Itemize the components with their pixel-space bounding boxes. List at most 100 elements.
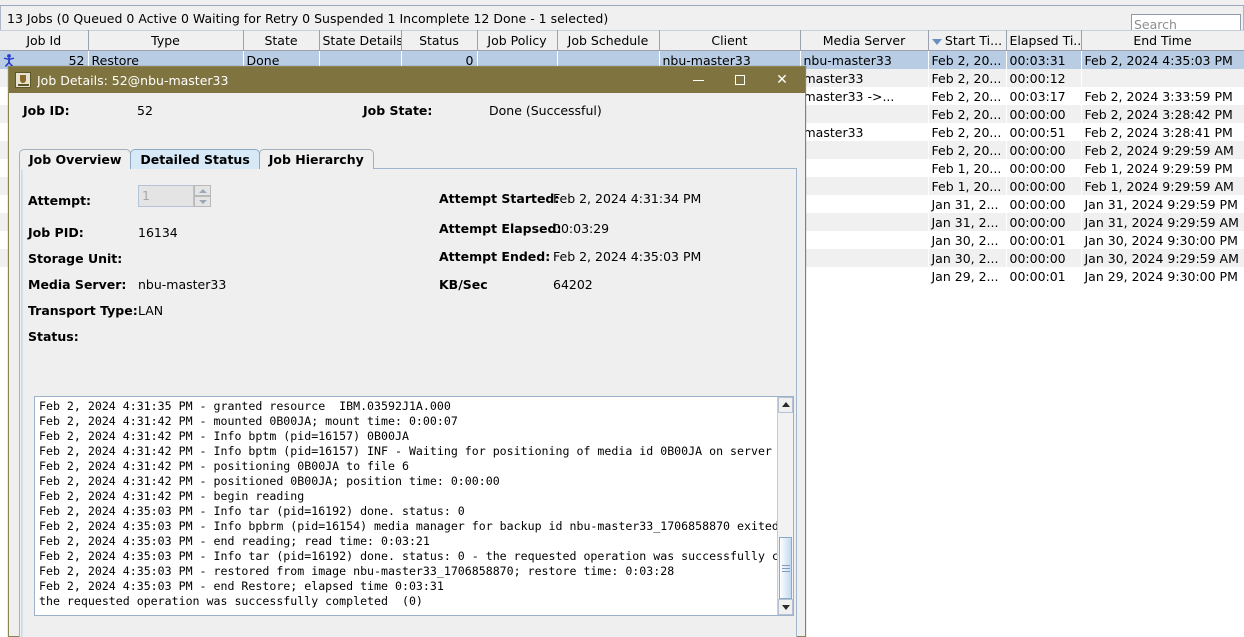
dialog-title: Job Details: 52@nbu-master33 [37,72,229,88]
column-header-state-details[interactable]: State Details [319,30,402,51]
cell-elapsed-time: 00:00:01 [1006,231,1081,249]
tab-detailed-status[interactable]: Detailed Status [130,149,260,169]
kb-per-sec-label: KB/Sec [439,277,488,292]
attempt-started-label: Attempt Started: [439,191,560,206]
cell-media-server: master33 ->... [800,87,928,105]
job-type-restore-icon [3,53,15,67]
vertical-scroll-thumb[interactable] [779,537,792,599]
dialog-tabstrip: Job Overview Detailed Status Job Hierarc… [19,148,374,169]
job-id-value: 52 [137,103,153,118]
cell-media-server [800,159,928,177]
job-pid-value: 16134 [138,225,178,240]
cell-start-time: Feb 1, 20... [928,177,1006,195]
maximize-button[interactable] [719,68,761,92]
cell-elapsed-time: 00:00:51 [1006,123,1081,141]
cell-start-time: Jan 31, 2... [928,213,1006,231]
cell-elapsed-time: 00:00:12 [1006,69,1081,87]
cell-media-server: master33 [800,69,928,87]
cell-elapsed-time: 00:00:00 [1006,195,1081,213]
attempt-stepper-arrows[interactable] [194,185,211,207]
column-header-job-schedule[interactable]: Job Schedule [557,30,660,51]
job-id-label: Job ID: [23,103,70,118]
cell-start-time: Feb 2, 20... [928,123,1006,141]
cell-end-time: Feb 2, 2024 3:28:41 PM [1081,123,1244,141]
attempt-elapsed-value: 00:03:29 [553,221,610,236]
job-details-dialog: Job Details: 52@nbu-master33 ✕ Job ID: 5… [8,66,806,637]
transport-type-label: Transport Type: [28,303,138,318]
column-header-type[interactable]: Type [88,30,244,51]
attempt-ended-label: Attempt Ended: [439,249,551,264]
cell-elapsed-time: 00:00:00 [1006,177,1081,195]
sort-descending-icon [931,38,942,45]
cell-elapsed-time: 00:03:17 [1006,87,1081,105]
cell-end-time: Feb 2, 2024 3:33:59 PM [1081,87,1244,105]
storage-unit-label: Storage Unit: [28,251,123,266]
scroll-down-button[interactable] [778,599,793,615]
attempt-ended-value: Feb 2, 2024 4:35:03 PM [553,249,702,264]
jobs-summary-bar: 13 Jobs (0 Queued 0 Active 0 Waiting for… [0,6,1244,33]
dialog-titlebar[interactable]: Job Details: 52@nbu-master33 ✕ [9,67,805,93]
status-log-text: Feb 2, 2024 4:31:35 PM - granted resourc… [39,399,793,608]
cell-end-time: Jan 30, 2024 9:30:00 PM [1081,231,1244,249]
cell-media-server: master33 [800,123,928,141]
cell-media-server: nbu-master33 [800,50,928,69]
cell-elapsed-time: 00:00:00 [1006,105,1081,123]
attempt-elapsed-label: Attempt Elapsed: [439,221,562,236]
column-header-job-id[interactable]: Job Id [0,30,89,51]
cell-elapsed-time: 00:00:00 [1006,141,1081,159]
column-header-start-time[interactable]: Start Ti... [928,30,1007,51]
cell-end-time: Jan 31, 2024 9:29:59 PM [1081,195,1244,213]
cell-end-time: Jan 31, 2024 9:29:59 AM [1081,213,1244,231]
cell-elapsed-time: 00:00:00 [1006,249,1081,267]
cell-media-server [800,141,928,159]
column-header-status[interactable]: Status [401,30,478,51]
status-log-vertical-scrollbar[interactable] [777,397,793,615]
column-header-end-time[interactable]: End Time [1081,30,1244,51]
column-header-state[interactable]: State [243,30,320,51]
cell-start-time: Feb 2, 20... [928,105,1006,123]
cell-elapsed-time: 00:03:31 [1006,50,1081,69]
dialog-header-fields: Job ID: 52 Job State: Done (Successful) [9,101,805,125]
cell-start-time: Jan 30, 2... [928,231,1006,249]
attempt-increment-button[interactable] [194,185,211,196]
cell-start-time: Jan 29, 2... [928,267,1006,285]
minimize-button[interactable] [677,68,719,92]
jobs-table-header-row: Job Id Type State State Details Status J… [0,30,1244,51]
cell-end-time: Feb 1, 2024 9:29:59 PM [1081,159,1244,177]
cell-start-time: Feb 2, 20... [928,50,1006,69]
cell-start-time: Feb 2, 20... [928,69,1006,87]
column-header-client[interactable]: Client [659,30,801,51]
java-app-icon [15,72,31,88]
scroll-up-button[interactable] [778,397,793,413]
attempt-stepper[interactable]: 1 [138,185,211,207]
cell-end-time [1081,69,1244,87]
column-header-media-server[interactable]: Media Server [800,30,929,51]
cell-start-time: Feb 2, 20... [928,87,1006,105]
cell-end-time: Feb 1, 2024 9:29:59 AM [1081,177,1244,195]
cell-start-time: Jan 31, 2... [928,195,1006,213]
attempt-decrement-button[interactable] [194,196,211,207]
kb-per-sec-value: 64202 [553,277,593,292]
cell-end-time: Jan 30, 2024 9:29:59 AM [1081,249,1244,267]
cell-media-server [800,267,928,285]
job-pid-label: Job PID: [28,225,84,240]
cell-end-time: Feb 2, 2024 4:35:03 PM [1081,50,1244,69]
attempt-label: Attempt: [28,193,92,208]
column-header-job-policy[interactable]: Job Policy [477,30,558,51]
cell-elapsed-time: 00:00:00 [1006,159,1081,177]
status-log-box[interactable]: Feb 2, 2024 4:31:35 PM - granted resourc… [34,396,794,616]
attempt-value[interactable]: 1 [138,185,194,207]
close-button[interactable]: ✕ [761,68,803,92]
attempt-started-value: Feb 2, 2024 4:31:34 PM [553,191,702,206]
cell-end-time: Jan 29, 2024 9:30:00 PM [1081,267,1244,285]
cell-end-time: Feb 2, 2024 3:28:42 PM [1081,105,1244,123]
tab-job-hierarchy[interactable]: Job Hierarchy [258,149,374,169]
cell-media-server [800,213,928,231]
tab-job-overview[interactable]: Job Overview [19,149,132,169]
column-header-elapsed-time[interactable]: Elapsed Ti... [1006,30,1082,51]
cell-media-server [800,231,928,249]
status-label: Status: [28,329,79,344]
cell-start-time: Feb 1, 20... [928,159,1006,177]
cell-end-time: Feb 2, 2024 9:29:59 AM [1081,141,1244,159]
cell-media-server [800,105,928,123]
